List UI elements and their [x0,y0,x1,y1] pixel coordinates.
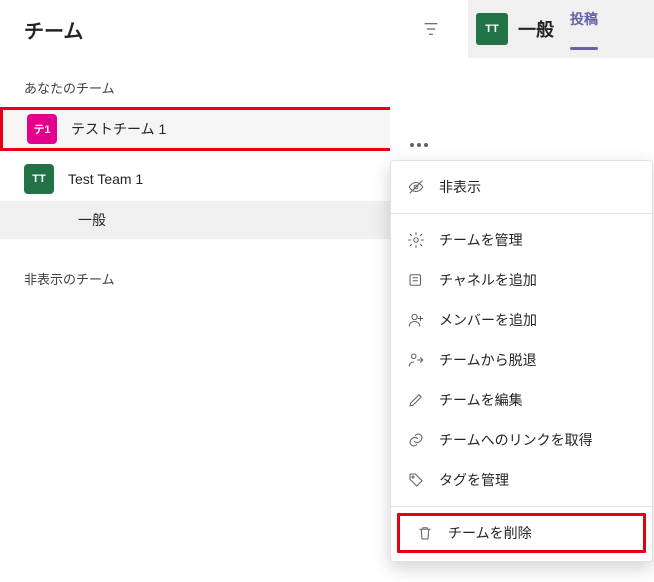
channel-avatar: TT [476,13,508,45]
menu-label: メンバーを追加 [439,310,537,330]
team-context-menu: 非表示 チームを管理 チャネルを追加 メンバーを追加 チームから脱退 チームを編… [390,160,653,562]
person-add-icon [407,311,425,329]
menu-label: チャネルを追加 [439,270,537,290]
gear-icon [407,231,425,249]
leave-icon [407,351,425,369]
menu-add-member[interactable]: メンバーを追加 [391,300,652,340]
team-avatar: テ1 [27,114,57,144]
tag-icon [407,471,425,489]
menu-leave-team[interactable]: チームから脱退 [391,340,652,380]
trash-icon [416,524,434,542]
channel-name: 一般 [518,16,554,42]
channel-general[interactable]: 一般 [0,201,390,239]
menu-manage-team[interactable]: チームを管理 [391,220,652,260]
filter-icon [422,20,440,38]
team-name-label: テストチーム 1 [71,119,166,139]
menu-edit-team[interactable]: チームを編集 [391,380,652,420]
link-icon [407,431,425,449]
menu-delete-team[interactable]: チームを削除 [397,513,646,553]
filter-button[interactable] [414,12,448,46]
channel-add-icon [407,271,425,289]
tab-active-indicator [570,47,598,50]
pencil-icon [407,391,425,409]
menu-manage-tags[interactable]: タグを管理 [391,460,652,500]
menu-separator [391,506,652,507]
menu-label: チームから脱退 [439,350,537,370]
more-horizontal-icon [410,143,428,147]
menu-label: チームを削除 [448,523,532,543]
menu-add-channel[interactable]: チャネルを追加 [391,260,652,300]
menu-label: チームを編集 [439,390,523,410]
eye-off-icon [407,178,425,196]
team-more-options-button[interactable] [400,126,438,164]
menu-separator [391,213,652,214]
menu-hide[interactable]: 非表示 [391,167,652,207]
menu-get-link[interactable]: チームへのリンクを取得 [391,420,652,460]
section-your-teams: あなたのチーム [0,58,654,107]
team-name-label: Test Team 1 [68,171,143,187]
menu-label: タグを管理 [439,470,509,490]
page-title: チーム [0,15,414,44]
menu-label: 非表示 [439,177,481,197]
team-row-test-team-jp[interactable]: テ1 テストチーム 1 [0,107,390,151]
menu-label: チームを管理 [439,230,523,250]
menu-label: チームへのリンクを取得 [439,430,593,450]
tab-posts[interactable]: 投稿 [564,9,604,29]
team-avatar: TT [24,164,54,194]
